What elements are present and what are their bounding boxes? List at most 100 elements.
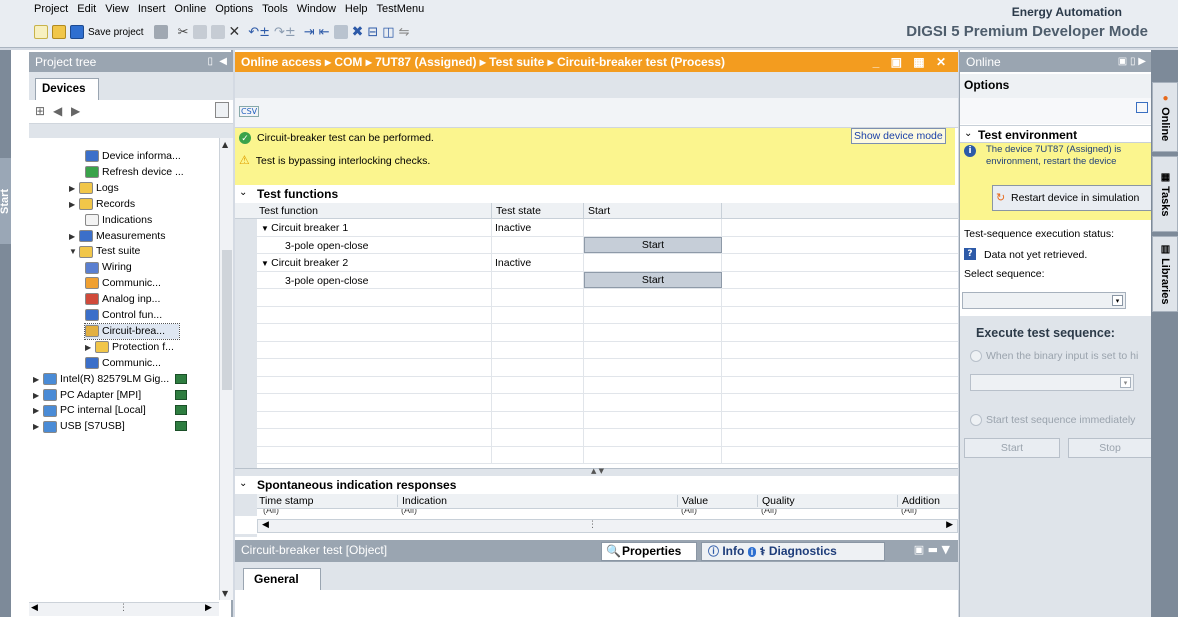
scroll-right-icon[interactable]: ▶ bbox=[205, 603, 212, 613]
col-test-state[interactable]: Test state bbox=[491, 203, 545, 219]
split-vertical-icon[interactable]: ◫ bbox=[382, 25, 394, 40]
online-side-tab[interactable]: ● Online bbox=[1152, 82, 1178, 152]
compile-icon[interactable]: ⇥ bbox=[304, 25, 315, 40]
back-icon[interactable]: ◀ bbox=[53, 104, 62, 118]
test-functions-header[interactable]: ⌄ Test functions bbox=[235, 185, 958, 203]
scroll-left-icon[interactable]: ◀ bbox=[31, 603, 38, 613]
chevron-down-icon[interactable]: ⌄ bbox=[964, 128, 972, 139]
split-horizontal-icon[interactable]: ⊟ bbox=[367, 25, 378, 40]
scroll-down-icon[interactable]: ▼ bbox=[222, 589, 228, 598]
tree-item[interactable]: ▶ Logs bbox=[69, 181, 119, 197]
tree-item[interactable]: Communic... bbox=[85, 356, 161, 372]
menu-item-edit[interactable]: Edit bbox=[77, 3, 96, 15]
expand-arrow-icon[interactable]: ▶ bbox=[33, 403, 43, 419]
paste-icon[interactable] bbox=[210, 25, 225, 39]
spontaneous-column-header[interactable]: Quality bbox=[757, 495, 795, 507]
panel-controls-icon[interactable]: ▣ ▬ ▼ bbox=[914, 543, 950, 556]
save-project-button[interactable]: Save project bbox=[88, 27, 144, 38]
expand-arrow-icon[interactable]: ▶ bbox=[33, 388, 43, 404]
menu-item-tools[interactable]: Tools bbox=[262, 3, 288, 15]
splitter-arrows-icon[interactable]: ▲ ▼ bbox=[591, 467, 604, 475]
menu-item-project[interactable]: Project bbox=[34, 3, 68, 15]
tree-item[interactable]: Wiring bbox=[85, 260, 132, 276]
info-tab[interactable]: Info bbox=[722, 544, 744, 558]
tree-item[interactable]: Indications bbox=[85, 213, 152, 229]
col-start[interactable]: Start bbox=[583, 203, 614, 219]
expand-arrow-icon[interactable]: ▶ bbox=[85, 340, 95, 356]
tree-hscroll[interactable]: ◀ ⋮ ▶ bbox=[29, 602, 219, 616]
tree-item[interactable]: Circuit-brea... bbox=[84, 322, 180, 341]
binary-input-select[interactable]: ▾ bbox=[970, 374, 1134, 391]
tasks-side-tab[interactable]: ▦ Tasks bbox=[1152, 156, 1178, 232]
tree-item[interactable]: ▶ PC internal [Local] bbox=[33, 403, 187, 419]
chevron-down-icon[interactable]: ⌄ bbox=[239, 187, 247, 198]
diagnostics-tab[interactable]: Diagnostics bbox=[769, 544, 837, 558]
window-icon[interactable] bbox=[1136, 102, 1148, 113]
dropdown-icon[interactable]: ▾ bbox=[1112, 295, 1123, 306]
sequence-select[interactable]: ▾ bbox=[962, 292, 1126, 309]
new-project-icon[interactable] bbox=[34, 25, 48, 39]
expanded-arrow-icon[interactable]: ▼ bbox=[69, 244, 79, 260]
radio-start-immediately[interactable] bbox=[970, 414, 982, 426]
spontaneous-column-header[interactable]: Value bbox=[677, 495, 708, 507]
scroll-thumb[interactable] bbox=[222, 250, 232, 390]
libraries-side-tab[interactable]: ▥ Libraries bbox=[1152, 236, 1178, 312]
column-filter[interactable]: (All) bbox=[263, 509, 279, 515]
expand-arrow-icon[interactable]: ▶ bbox=[33, 372, 43, 388]
menu-item-help[interactable]: Help bbox=[345, 3, 368, 15]
redo-icon[interactable]: ↷± bbox=[274, 25, 296, 40]
menu-item-insert[interactable]: Insert bbox=[138, 3, 166, 15]
col-test-function[interactable]: Test function bbox=[259, 205, 318, 217]
test-environment-header[interactable]: ⌄ Test environment bbox=[960, 125, 1152, 143]
menu-item-testmenu[interactable]: TestMenu bbox=[377, 3, 425, 15]
upload-icon[interactable] bbox=[333, 25, 348, 39]
column-filter[interactable]: (All) bbox=[681, 509, 697, 515]
table-view-icon[interactable] bbox=[215, 102, 229, 118]
spontaneous-column-header[interactable]: Time stamp bbox=[259, 495, 313, 507]
undo-icon[interactable]: ↶± bbox=[248, 25, 270, 40]
tree-item[interactable]: ▼ Test suite bbox=[69, 244, 140, 260]
general-tab[interactable]: General bbox=[243, 568, 321, 590]
csv-export-icon[interactable]: CSV bbox=[239, 106, 260, 117]
chevron-down-icon[interactable]: ⌄ bbox=[239, 478, 247, 489]
collapse-icon[interactable]: ▯ bbox=[207, 52, 213, 72]
start-button[interactable]: Start bbox=[964, 438, 1060, 458]
print-icon[interactable] bbox=[153, 25, 168, 39]
devices-tab[interactable]: Devices bbox=[35, 78, 99, 100]
tree-item[interactable]: ▶ Protection f... bbox=[85, 340, 174, 356]
stop-button[interactable]: Stop bbox=[1068, 438, 1152, 458]
tree-item[interactable]: ▶ Intel(R) 82579LM Gig... bbox=[33, 372, 187, 388]
online-panel-controls-icon[interactable]: ▣ ▯ ▶ bbox=[1118, 52, 1146, 72]
start-test-button[interactable]: Start bbox=[584, 271, 722, 288]
menu-item-options[interactable]: Options bbox=[215, 3, 253, 15]
show-device-mode-link[interactable]: Show device mode bbox=[851, 128, 946, 144]
cut-icon[interactable]: ✂ bbox=[178, 25, 189, 40]
scroll-left-icon[interactable]: ◀ bbox=[262, 520, 269, 530]
spontaneous-column-header[interactable]: Addition bbox=[897, 495, 955, 507]
restart-simulation-button[interactable]: ↻ Restart device in simulation bbox=[992, 185, 1152, 211]
swap-icon[interactable]: ⇋ bbox=[399, 25, 410, 40]
scroll-up-icon[interactable]: ▲ bbox=[222, 140, 228, 149]
window-controls[interactable]: _ ▣ ▦ ✕ bbox=[873, 52, 950, 72]
menu-item-view[interactable]: View bbox=[105, 3, 129, 15]
open-project-icon[interactable] bbox=[52, 25, 66, 39]
expanded-arrow-icon[interactable]: ▼ bbox=[261, 259, 271, 268]
tree-item[interactable]: Device informa... bbox=[85, 149, 181, 165]
dropdown-icon[interactable]: ▾ bbox=[1120, 377, 1131, 388]
tree-item[interactable]: Communic... bbox=[85, 276, 161, 292]
expand-arrow-icon[interactable]: ▶ bbox=[33, 419, 43, 435]
expand-arrow-icon[interactable]: ▶ bbox=[69, 229, 79, 245]
tree-vscroll[interactable]: ▲ ▼ bbox=[219, 138, 233, 600]
minimize-panel-icon[interactable]: ◀ bbox=[219, 52, 227, 72]
column-filter[interactable]: (All) bbox=[901, 509, 917, 515]
download-icon[interactable]: ⇤ bbox=[319, 25, 330, 40]
delete-icon[interactable]: ✕ bbox=[229, 24, 241, 40]
tree-item[interactable]: ▶ Records bbox=[69, 197, 135, 213]
tree-item[interactable]: Control fun... bbox=[85, 308, 162, 324]
save-icon[interactable] bbox=[70, 25, 84, 39]
expanded-arrow-icon[interactable]: ▼ bbox=[261, 224, 271, 233]
menu-item-online[interactable]: Online bbox=[174, 3, 206, 15]
tree-item[interactable]: ▶ Measurements bbox=[69, 229, 165, 245]
column-filter[interactable]: (All) bbox=[761, 509, 777, 515]
properties-tab[interactable]: 🔍 Properties bbox=[601, 542, 697, 561]
